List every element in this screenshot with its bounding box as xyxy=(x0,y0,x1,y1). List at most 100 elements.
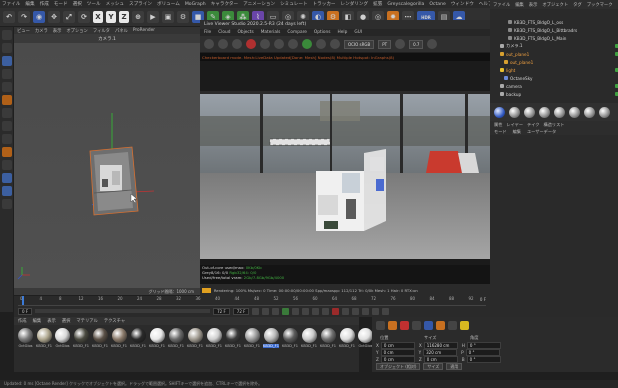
grid-icon[interactable] xyxy=(376,320,385,330)
scatter-tag-icon[interactable] xyxy=(436,320,445,330)
render-settings-icon[interactable]: ⚙ xyxy=(177,11,189,23)
texture-mode-icon[interactable] xyxy=(1,43,12,53)
next-key-icon[interactable] xyxy=(302,307,310,315)
position-input[interactable]: 0 cm xyxy=(380,342,415,349)
layout-icon[interactable] xyxy=(1,186,12,196)
object-list-item[interactable]: backup xyxy=(490,91,618,98)
menubar-item[interactable]: トラッカー xyxy=(313,1,336,7)
settings-icon[interactable] xyxy=(427,39,438,49)
autokey-icon[interactable] xyxy=(342,307,350,315)
lv-menu-item[interactable]: Cloud xyxy=(218,30,230,35)
restart-icon[interactable] xyxy=(218,39,228,49)
vp-menu-item[interactable]: 表示 xyxy=(53,28,62,34)
size-input[interactable]: 0 cm xyxy=(423,356,458,363)
attr-tabs-item[interactable]: テイク xyxy=(527,122,539,128)
vp-menu-item[interactable]: オプション xyxy=(66,28,87,34)
rotation-input[interactable]: 0 ° xyxy=(465,349,500,356)
vp-menu-item[interactable]: フィルタ xyxy=(93,28,110,34)
timeline-ruler[interactable]: 0 4 8 12 16 20 24 28 32 36 40 44 48 52 56 60 64 68 72 76 80 8… xyxy=(18,296,486,306)
keyframe-selection-icon[interactable] xyxy=(352,307,360,315)
lock-icon[interactable] xyxy=(260,39,270,49)
axis-x-button[interactable]: X xyxy=(93,11,103,23)
menubar-item[interactable]: 選択 xyxy=(73,1,82,7)
axis-y-button[interactable]: Y xyxy=(106,11,116,23)
pause-icon[interactable] xyxy=(232,39,242,49)
end-frame-field[interactable]: 72 F xyxy=(213,307,230,315)
lv-menu-item[interactable]: Options xyxy=(314,30,331,35)
axis-z-button[interactable]: Z xyxy=(119,11,129,23)
tweak-icon[interactable] xyxy=(1,108,12,118)
render-output[interactable] xyxy=(200,61,490,265)
menubar-item[interactable]: Octane xyxy=(429,2,446,7)
next-frame-icon[interactable] xyxy=(292,307,300,315)
region-icon[interactable] xyxy=(274,39,284,49)
clay-mode-icon[interactable] xyxy=(330,39,340,49)
menubar-item[interactable]: Greyscalegorilla xyxy=(387,2,424,7)
toon-material-icon[interactable] xyxy=(584,106,595,118)
kernel-mode-select[interactable]: PT xyxy=(378,39,392,49)
mat-menu-item[interactable]: 編集 xyxy=(33,318,42,324)
menubar-item[interactable]: モード xyxy=(54,1,68,7)
lv-menu-item[interactable]: Materials xyxy=(261,30,281,35)
material-swatch[interactable]: KB3D_F1 xyxy=(73,328,89,368)
position-key-icon[interactable] xyxy=(362,307,370,315)
object-list-item[interactable]: KB3D_FTS_BldgO_L_oss xyxy=(490,19,618,26)
position-input[interactable]: 0 cm xyxy=(380,349,415,356)
mat-menu-item[interactable]: テクスチャ xyxy=(104,318,125,324)
mat-menu-item[interactable]: 作成 xyxy=(18,318,27,324)
material-swatch[interactable]: KB3D_F1 xyxy=(282,328,298,368)
loop-icon[interactable] xyxy=(322,307,330,315)
material-swatch[interactable]: KB3D_F1 xyxy=(130,328,146,368)
mat-menu-item[interactable]: 表示 xyxy=(47,318,56,324)
lv-menu-item[interactable]: Help xyxy=(338,30,348,35)
material-swatch[interactable]: KB3D_F1 xyxy=(320,328,336,368)
attr-tabs-item[interactable]: 構造リスト xyxy=(544,122,565,128)
snap-icon[interactable] xyxy=(1,121,12,131)
menubar-item[interactable]: MoGraph xyxy=(185,2,206,7)
metal-material-icon[interactable] xyxy=(599,106,610,118)
prev-frame-icon[interactable] xyxy=(272,307,280,315)
material-swatch[interactable]: KB3D_F1 xyxy=(92,328,108,368)
material-swatch[interactable]: OctGlos xyxy=(18,328,33,368)
material-swatch[interactable]: KB3D_F1 xyxy=(187,328,203,368)
workplane-icon[interactable] xyxy=(1,134,12,144)
lv-menu-item[interactable]: File xyxy=(204,30,211,35)
menubar-item[interactable]: 作成 xyxy=(40,1,49,7)
redo-icon[interactable]: ↷ xyxy=(18,11,30,23)
max-frame-field[interactable]: 72 F xyxy=(232,307,250,315)
material-swatch[interactable]: KB3D_F1 xyxy=(339,328,355,368)
menubar-item[interactable]: 拡張 xyxy=(373,1,382,7)
menubar-item[interactable]: ツール xyxy=(87,1,101,7)
object-list-item[interactable]: out_plane1 xyxy=(490,59,618,66)
record-icon[interactable] xyxy=(332,307,340,315)
material-swatch[interactable]: KB3D_F1 xyxy=(168,328,184,368)
axis-mode-icon[interactable] xyxy=(1,95,12,105)
histogram-icon[interactable] xyxy=(395,39,406,49)
material-swatch[interactable]: KB3D_F1 xyxy=(36,328,52,368)
exposure-field[interactable]: 0.7 xyxy=(409,39,424,49)
octane-logo-icon[interactable] xyxy=(494,106,505,118)
send-scene-icon[interactable] xyxy=(204,39,214,49)
stop-icon[interactable] xyxy=(246,39,256,49)
menubar-item[interactable]: アニメーション xyxy=(243,1,275,7)
camera-tag-icon[interactable] xyxy=(448,320,457,330)
model-mode-icon[interactable] xyxy=(1,30,12,40)
material-swatch[interactable]: OctGlos xyxy=(55,328,70,368)
menubar-item[interactable]: レンダリング xyxy=(341,1,369,7)
lv-menu-item[interactable]: GUI xyxy=(354,30,362,35)
apply-button[interactable]: 適用 xyxy=(446,363,463,370)
scale-icon[interactable]: ⤢ xyxy=(63,11,75,23)
object-list-item[interactable]: light xyxy=(490,67,618,74)
universal-material-icon[interactable] xyxy=(569,106,580,118)
om-menu-item[interactable]: タグ xyxy=(573,2,582,8)
edges-mode-icon[interactable] xyxy=(1,69,12,79)
attr-tabs2-item[interactable]: ユーザーデータ xyxy=(527,129,556,135)
size-mode-select[interactable]: サイズ xyxy=(423,363,444,370)
preview-range[interactable] xyxy=(35,309,211,313)
viewport-canvas[interactable] xyxy=(14,43,200,288)
prev-key-icon[interactable] xyxy=(262,307,270,315)
material-swatch[interactable]: KB3D_F1 xyxy=(244,328,260,368)
menubar-item[interactable]: シミュレート xyxy=(280,1,307,7)
move-icon[interactable]: ✥ xyxy=(48,11,60,23)
material-swatch[interactable]: KB3D_F1 xyxy=(206,328,222,368)
